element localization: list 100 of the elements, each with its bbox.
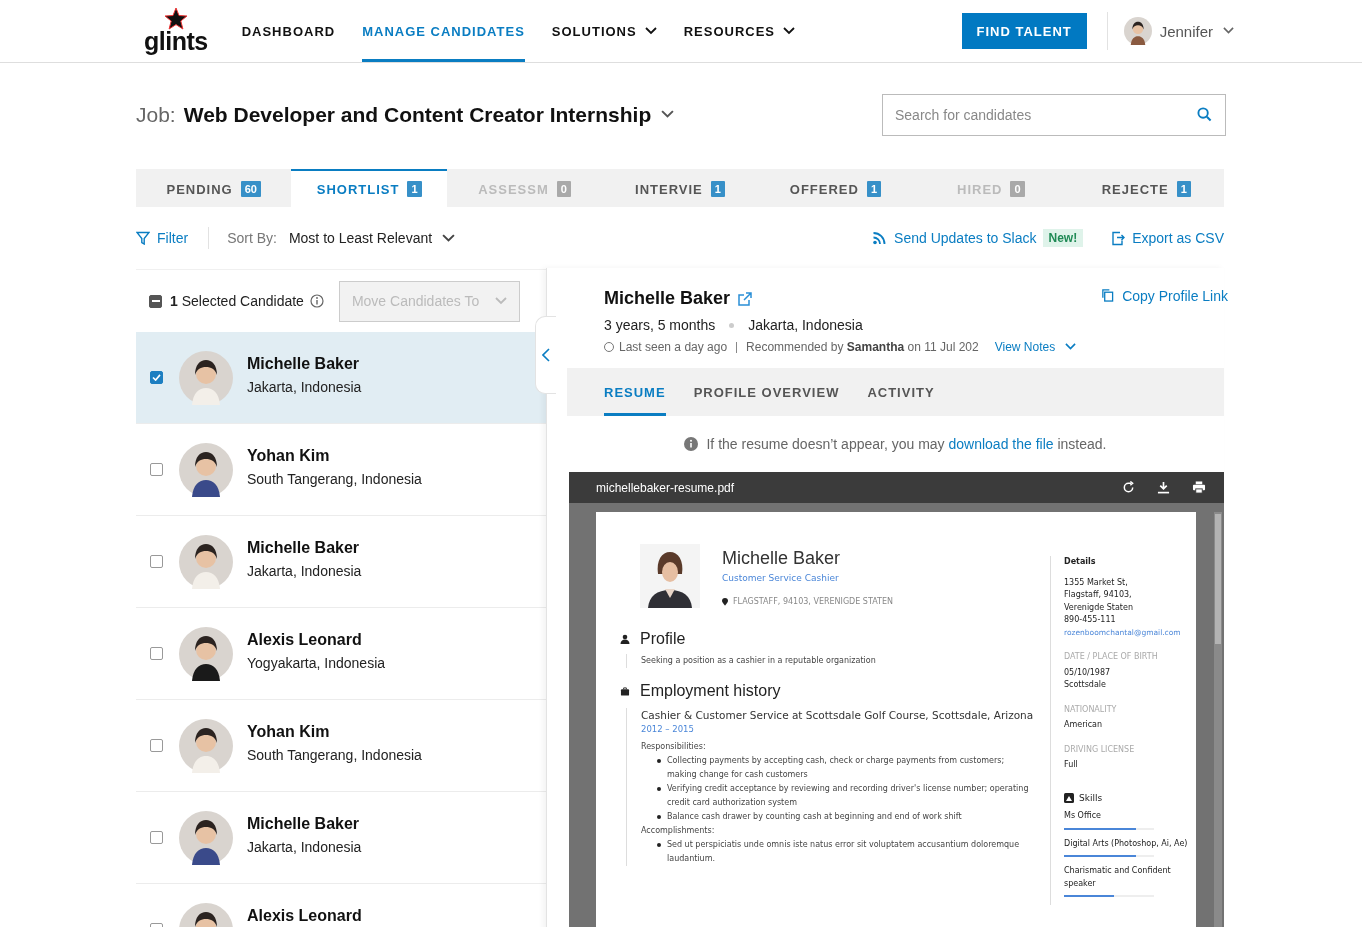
resume-tab[interactable]: PROFILE OVERVIEW	[693, 368, 840, 416]
export-icon	[1111, 230, 1126, 246]
count-badge: 1	[407, 181, 422, 197]
profile-summary: Seeking a position as a cashier in a reputable organization	[641, 655, 877, 667]
stage-tab[interactable]: OFFERED 1	[757, 169, 914, 207]
candidate-checkbox[interactable]	[150, 555, 163, 568]
avatar-icon	[179, 810, 233, 865]
candidate-location: Yogyakarta, Indonesia	[247, 654, 386, 671]
avatar-icon	[179, 534, 233, 589]
candidate-row[interactable]: Michelle Baker Jakarta, Indonesia	[136, 332, 546, 424]
candidate-row[interactable]: Michelle Baker Jakarta, Indonesia	[136, 516, 546, 608]
caret-icon	[661, 110, 675, 119]
bullet-item: Balance cash drawer by counting cash at beginning and end of work shift	[655, 810, 1036, 824]
resume-tab[interactable]: RESUME	[604, 368, 666, 416]
resume-tab[interactable]: ACTIVITY	[867, 368, 935, 416]
caret-icon	[644, 27, 657, 35]
address-line: 1355 Market St,	[1064, 576, 1129, 589]
candidate-checkbox[interactable]	[150, 371, 163, 384]
nav-link[interactable]: MANAGE CANDIDATES	[362, 0, 525, 62]
job-title[interactable]: Web Developer and Content Creator Internship	[183, 102, 652, 127]
candidate-row[interactable]: Michelle Baker Jakarta, Indonesia	[136, 792, 546, 884]
collapse-button[interactable]	[535, 316, 556, 394]
candidate-location: South Tangerang, Indonesia	[247, 470, 422, 487]
check-icon	[152, 374, 161, 381]
count-badge: 1	[1176, 181, 1191, 197]
info-icon	[309, 294, 324, 308]
count-badge: 0	[1010, 181, 1025, 197]
avatar-icon	[179, 626, 233, 681]
skills-heading: Skills	[1079, 791, 1103, 804]
candidate-checkbox[interactable]	[150, 831, 163, 844]
selection-summary: 1 Selected Candidate	[170, 293, 304, 309]
detail-value: American	[1064, 719, 1104, 731]
candidate-row[interactable]: Yohan Kim South Tangerang, Indonesia	[136, 700, 546, 792]
search-field[interactable]: Search for candidates	[882, 93, 1226, 136]
candidate-row[interactable]: Alexis Leonard	[136, 884, 546, 927]
detail-value: Scottsdale	[1064, 679, 1107, 691]
resume-location: FLAGSTAFF, 94103, VERENIGDE STATEN	[733, 597, 893, 606]
avatar-icon	[179, 350, 233, 405]
avatar-icon	[179, 718, 233, 773]
select-all-checkbox[interactable]	[149, 294, 162, 308]
nav-link[interactable]: DASHBOARD	[241, 0, 336, 62]
user-name[interactable]: Jennifer	[1159, 22, 1213, 40]
briefcase-icon	[620, 686, 630, 696]
skill-name: Charismatic and Confident speaker	[1064, 865, 1172, 890]
candidate-row[interactable]: Alexis Leonard Yogyakarta, Indonesia	[136, 608, 546, 700]
recommendation-text: Recommended by Samantha on 11 Jul 202	[746, 340, 979, 354]
address-line: Flagstaff, 94103,	[1064, 589, 1133, 601]
list-heading: Responsibilities:	[641, 741, 707, 753]
sort-label: Sort By:	[227, 230, 277, 246]
nav-link[interactable]: SOLUTIONS	[551, 0, 657, 62]
address-line: Verenigde Staten	[1064, 601, 1134, 614]
candidate-name: Michelle Baker	[247, 538, 361, 557]
skill-name: Ms Office	[1064, 810, 1102, 822]
experience-text: 3 years, 5 months	[604, 317, 716, 333]
avatar-icon	[1123, 17, 1152, 45]
candidate-location: Jakarta, Indonesia	[247, 378, 362, 395]
find-talent-button[interactable]: FIND TALENT	[961, 13, 1087, 49]
bullet-item: Sed ut perspiciatis unde omnis iste natus error sit voluptatem accusantium doloremque laudantium.	[655, 838, 1036, 866]
candidate-checkbox[interactable]	[150, 739, 163, 752]
candidate-checkbox[interactable]	[150, 647, 163, 660]
new-badge: New!	[1042, 229, 1084, 247]
sort-dropdown[interactable]: Most to Least Relevant	[288, 230, 456, 246]
count-badge: 1	[866, 181, 881, 197]
chevron-left-icon	[542, 348, 550, 362]
employment-title: Cashier & Customer Service at Scottsdale Golf Course, Scottsdale, Arizona	[641, 708, 1035, 722]
details-heading: Details	[1064, 556, 1097, 568]
external-link-icon[interactable]	[738, 291, 753, 306]
address-line: 890-455-111	[1064, 614, 1117, 626]
stage-tab[interactable]: SHORTLIST 1	[291, 169, 447, 207]
filter-button[interactable]: Filter	[136, 230, 189, 246]
stage-tab[interactable]: INTERVIE 1	[602, 169, 758, 207]
candidate-checkbox[interactable]	[150, 463, 163, 476]
candidate-name: Michelle Baker	[247, 814, 361, 833]
person-icon	[620, 634, 630, 644]
rss-icon	[872, 231, 888, 245]
nav-link[interactable]: RESOURCES	[683, 0, 796, 62]
candidate-name: Yohan Kim	[247, 722, 331, 741]
search-icon[interactable]	[1197, 106, 1212, 122]
copy-profile-link[interactable]: Copy Profile Link	[1101, 288, 1228, 354]
skill-name: Digital Arts (Photoshop, Ai, Ae)	[1064, 837, 1189, 850]
download-icon[interactable]	[1157, 481, 1170, 494]
candidate-name: Alexis Leonard	[247, 630, 363, 649]
download-link[interactable]: download the file	[948, 436, 1054, 452]
caret-icon	[1065, 343, 1077, 351]
caret-icon	[1223, 27, 1234, 35]
count-badge: 60	[240, 181, 261, 197]
bullet-item: Collecting payments by accepting cash, check or charge payments from customers; making change for cash customers	[655, 754, 1036, 782]
print-icon[interactable]	[1192, 481, 1206, 494]
candidate-row[interactable]: Yohan Kim South Tangerang, Indonesia	[136, 424, 546, 516]
export-link[interactable]: Export as CSV	[1111, 230, 1224, 246]
detail-label: DATE / PLACE OF BIRTH	[1064, 651, 1159, 663]
slack-link[interactable]: Send Updates to Slack	[872, 230, 1037, 246]
candidate-name: Alexis Leonard	[247, 906, 362, 925]
candidate-location: South Tangerang, Indonesia	[247, 746, 422, 763]
stage-tab[interactable]: PENDING 60	[136, 169, 292, 207]
rotate-icon[interactable]	[1122, 481, 1135, 494]
stage-tab[interactable]: REJECTE 1	[1068, 169, 1224, 207]
candidate-location: Jakarta, Indonesia	[247, 838, 362, 855]
view-notes-link[interactable]: View Notes	[994, 340, 1077, 354]
detail-value: Full	[1064, 759, 1079, 771]
